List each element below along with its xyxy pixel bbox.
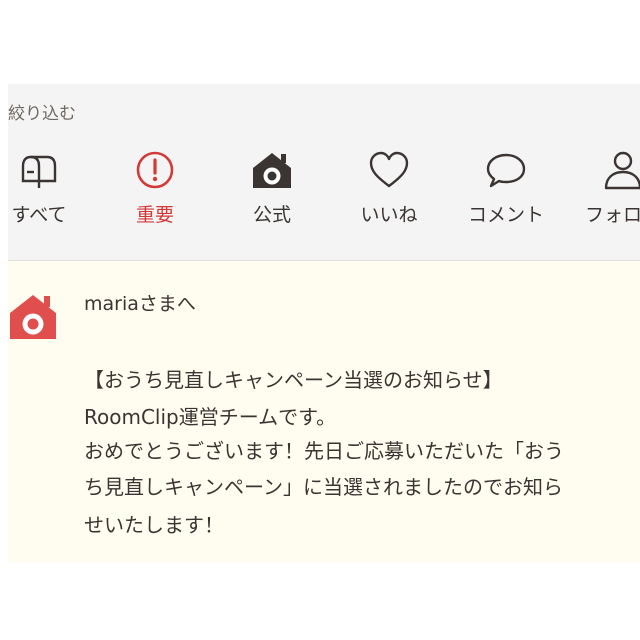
exclamation-circle-icon [136,151,174,189]
notification-text-line: RoomClip運営チームです。 [84,405,337,429]
tab-label: フォロー [584,204,640,226]
filter-bar: 絞り込む すべて 重要 公式 いいね コメント フォロ [8,84,640,261]
house-camera-icon [253,153,291,188]
tab-follow[interactable]: フォロー [568,150,640,227]
person-icon [604,151,640,190]
tab-label: 重要 [135,204,174,226]
notification-recipient: mariaさまへ [84,293,196,315]
tab-likes[interactable]: いいね [334,150,444,227]
tab-label: すべて [11,204,67,226]
notifications-panel: 絞り込む すべて 重要 公式 いいね コメント フォロ mariaさまへ 【おう… [8,84,640,562]
tab-label: 公式 [252,204,291,226]
notification-text-line: ち見直しキャンペーン」に当選されましたのでお知ら [84,475,563,499]
tab-all[interactable]: すべて [8,150,94,227]
tab-label: いいね [360,204,418,226]
notification-text-line: せいたします！ [84,513,224,537]
tab-label: コメント [467,204,544,226]
tab-important[interactable]: 重要 [100,150,210,227]
notification-text-line: 【おうち見直しキャンペーン当選のお知らせ】 [84,368,503,392]
heart-icon [369,151,409,188]
tab-official[interactable]: 公式 [217,150,327,227]
notification-text-line: おめでとうございます！先日ご応募いただいた「おう [84,439,564,463]
speech-bubble-icon [486,153,526,188]
mailbox-icon [21,155,57,188]
tab-comments[interactable]: コメント [451,150,561,227]
notification-item[interactable]: mariaさまへ 【おうち見直しキャンペーン当選のお知らせ】 RoomClip運… [8,261,640,562]
filter-label[interactable]: 絞り込む [8,99,76,124]
roomclip-logo-icon [10,295,56,339]
